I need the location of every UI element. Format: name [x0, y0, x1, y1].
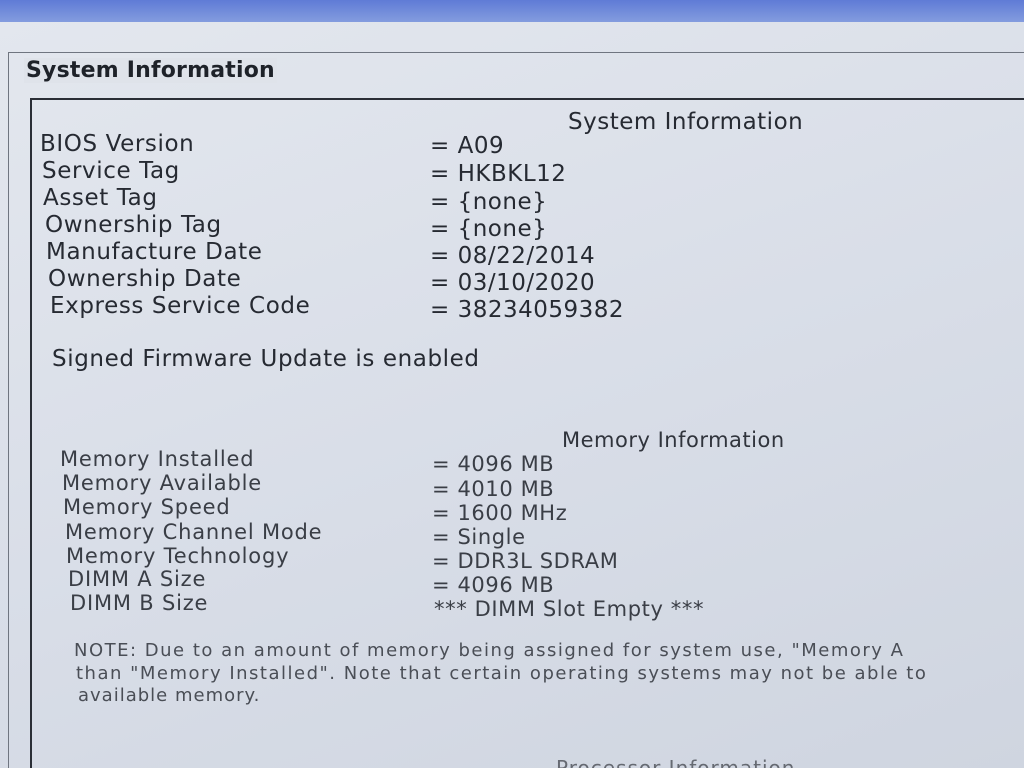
asset-tag-value: = {none} — [430, 189, 548, 215]
ownership-date-value: = 03/10/2020 — [430, 270, 596, 296]
dimm-a-size-value: = 4096 MB — [432, 573, 555, 597]
memory-note-line-3: available memory. — [78, 685, 261, 706]
bios-version-value: = A09 — [430, 133, 505, 159]
memory-technology-label: Memory Technology — [66, 544, 290, 568]
dimm-b-size-value: *** DIMM Slot Empty *** — [434, 597, 705, 621]
memory-technology-value: = DDR3L SDRAM — [432, 549, 619, 573]
system-information-heading: System Information — [568, 109, 804, 135]
express-service-code-value: = 38234059382 — [430, 297, 625, 323]
memory-information-heading: Memory Information — [562, 428, 785, 452]
memory-speed-label: Memory Speed — [63, 495, 231, 519]
group-title: System Information — [24, 58, 277, 83]
memory-channel-mode-label: Memory Channel Mode — [65, 520, 323, 544]
memory-available-value: = 4010 MB — [432, 477, 555, 501]
dimm-a-size-label: DIMM A Size — [68, 567, 207, 591]
memory-speed-value: = 1600 MHz — [432, 501, 568, 525]
manufacture-date-value: = 08/22/2014 — [430, 243, 596, 269]
ownership-tag-label: Ownership Tag — [45, 212, 222, 238]
dimm-b-size-label: DIMM B Size — [70, 591, 209, 615]
firmware-update-status: Signed Firmware Update is enabled — [52, 346, 480, 372]
memory-available-label: Memory Available — [62, 471, 262, 495]
memory-installed-value: = 4096 MB — [432, 452, 555, 476]
memory-installed-label: Memory Installed — [60, 447, 255, 471]
bios-version-label: BIOS Version — [40, 131, 195, 157]
ownership-tag-value: = {none} — [430, 216, 548, 242]
asset-tag-label: Asset Tag — [43, 185, 158, 211]
processor-information-heading: Processor Information — [556, 756, 796, 768]
express-service-code-label: Express Service Code — [50, 293, 311, 319]
memory-channel-mode-value: = Single — [432, 525, 526, 549]
service-tag-label: Service Tag — [42, 158, 180, 184]
service-tag-value: = HKBKL12 — [430, 161, 567, 187]
memory-note-line-1: NOTE: Due to an amount of memory being a… — [74, 640, 905, 661]
memory-note-line-2: than "Memory Installed". Note that certa… — [76, 663, 928, 684]
manufacture-date-label: Manufacture Date — [46, 239, 263, 265]
ownership-date-label: Ownership Date — [48, 266, 242, 292]
